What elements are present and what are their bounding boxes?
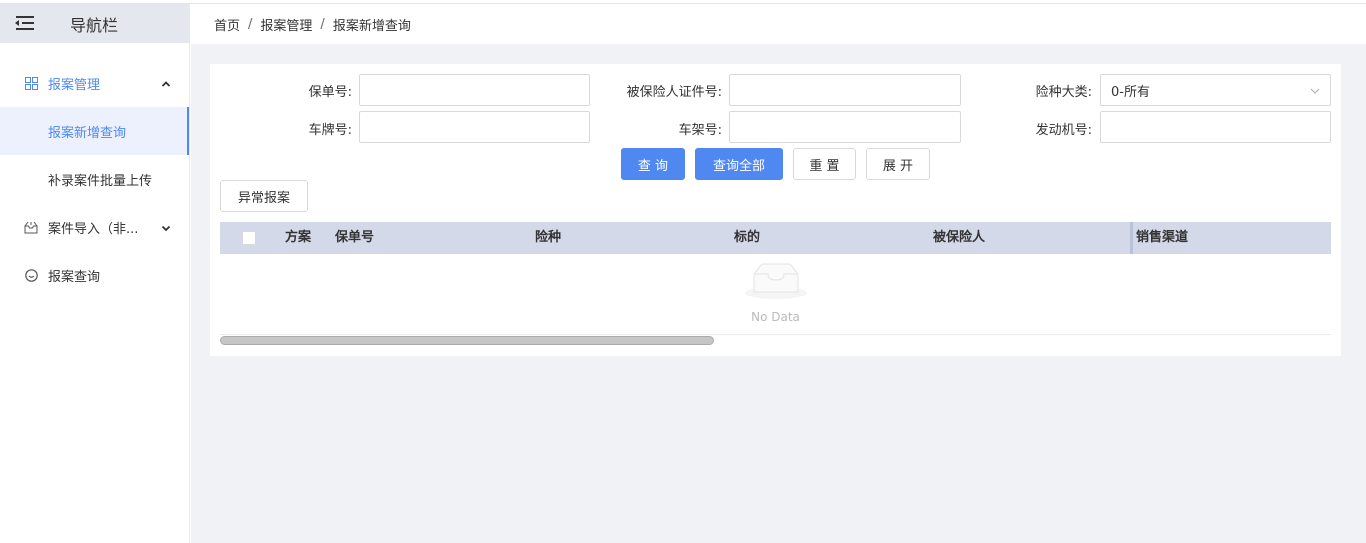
table-header: 方案 保单号 险种 标的 被保险人 销售渠道 [220,222,1331,254]
column-header-plan[interactable]: 方案 [285,222,311,254]
abnormal-report-button[interactable]: 异常报案 [220,180,308,212]
plate-no-label: 车牌号: [308,123,352,138]
query-button[interactable]: 查 询 [621,148,685,180]
breadcrumb-separator: / [248,16,253,32]
chevron-down-icon [161,222,171,237]
breadcrumb-report-management[interactable]: 报案管理 [260,15,312,34]
breadcrumb-home[interactable]: 首页 [214,15,240,34]
column-header-insured[interactable]: 被保险人 [933,222,985,254]
sidebar-item-case-import[interactable]: 案件导入（非... [0,203,189,251]
grid-icon [24,76,38,90]
expand-button[interactable]: 展 开 [866,148,930,180]
empty-box-icon [744,260,808,304]
insured-id-input[interactable] [729,74,961,106]
content-area: 保单号: 被保险人证件号: 险种大类: 0-所有 车牌号: 车架号: 发动机号:… [191,44,1366,543]
sidebar-item-report-query[interactable]: 报案查询 [0,251,189,299]
frame-no-input[interactable] [729,111,961,143]
insurance-type-select[interactable]: 0-所有 [1100,74,1331,106]
select-all-checkbox[interactable] [242,231,256,245]
chevron-down-icon [1310,85,1320,100]
column-header-insurance-type[interactable]: 险种 [535,222,561,254]
sidebar-subitem-label: 报案新增查询 [48,125,127,141]
sidebar: 导航栏 报案管理 报案新增查询 补录案件批量上传 案件导入（非... 报案查询 [0,4,190,543]
breadcrumb-current: 报案新增查询 [332,18,411,34]
menu-fold-icon[interactable] [14,14,38,34]
reset-button[interactable]: 重 置 [793,148,856,180]
plate-no-input[interactable] [359,111,590,143]
frame-no-label: 车架号: [678,123,722,138]
policy-no-input[interactable] [359,74,590,106]
horizontal-scrollbar[interactable] [220,336,714,345]
column-header-sales-channel[interactable]: 销售渠道 [1136,222,1188,254]
engine-no-input[interactable] [1100,111,1331,143]
sidebar-item-report-management[interactable]: 报案管理 [0,59,189,107]
column-header-subject[interactable]: 标的 [734,222,760,254]
breadcrumb: 首页 / 报案管理 / 报案新增查询 [191,4,1366,44]
nav-title: 导航栏 [70,15,119,35]
empty-text: No Data [751,310,800,324]
inbox-icon [24,220,38,234]
smile-circle-icon [24,268,38,282]
sidebar-subitem-label: 补录案件批量上传 [48,173,153,189]
policy-no-label: 保单号: [308,85,352,100]
search-panel: 保单号: 被保险人证件号: 险种大类: 0-所有 车牌号: 车架号: 发动机号:… [210,64,1341,356]
nav-header: 导航栏 [0,4,189,43]
insurance-type-value: 0-所有 [1111,84,1150,100]
engine-no-label: 发动机号: [1035,123,1092,138]
breadcrumb-separator: / [320,16,325,32]
query-all-button[interactable]: 查询全部 [695,148,783,180]
sidebar-menu: 报案管理 报案新增查询 补录案件批量上传 案件导入（非... 报案查询 [0,59,189,299]
sidebar-item-label: 案件导入（非... [48,221,139,237]
sidebar-subitem-batch-upload[interactable]: 补录案件批量上传 [0,155,189,203]
chevron-up-icon [161,78,171,93]
insured-id-label: 被保险人证件号: [626,85,722,100]
insurance-type-label: 险种大类: [1035,85,1092,100]
fixed-column-divider [1130,222,1133,254]
sidebar-item-label: 报案管理 [48,77,101,93]
sidebar-item-label: 报案查询 [48,269,101,285]
sidebar-subitem-report-add-query[interactable]: 报案新增查询 [0,107,189,155]
column-header-policy-no[interactable]: 保单号 [335,222,374,254]
table-empty-state: No Data [220,254,1331,335]
